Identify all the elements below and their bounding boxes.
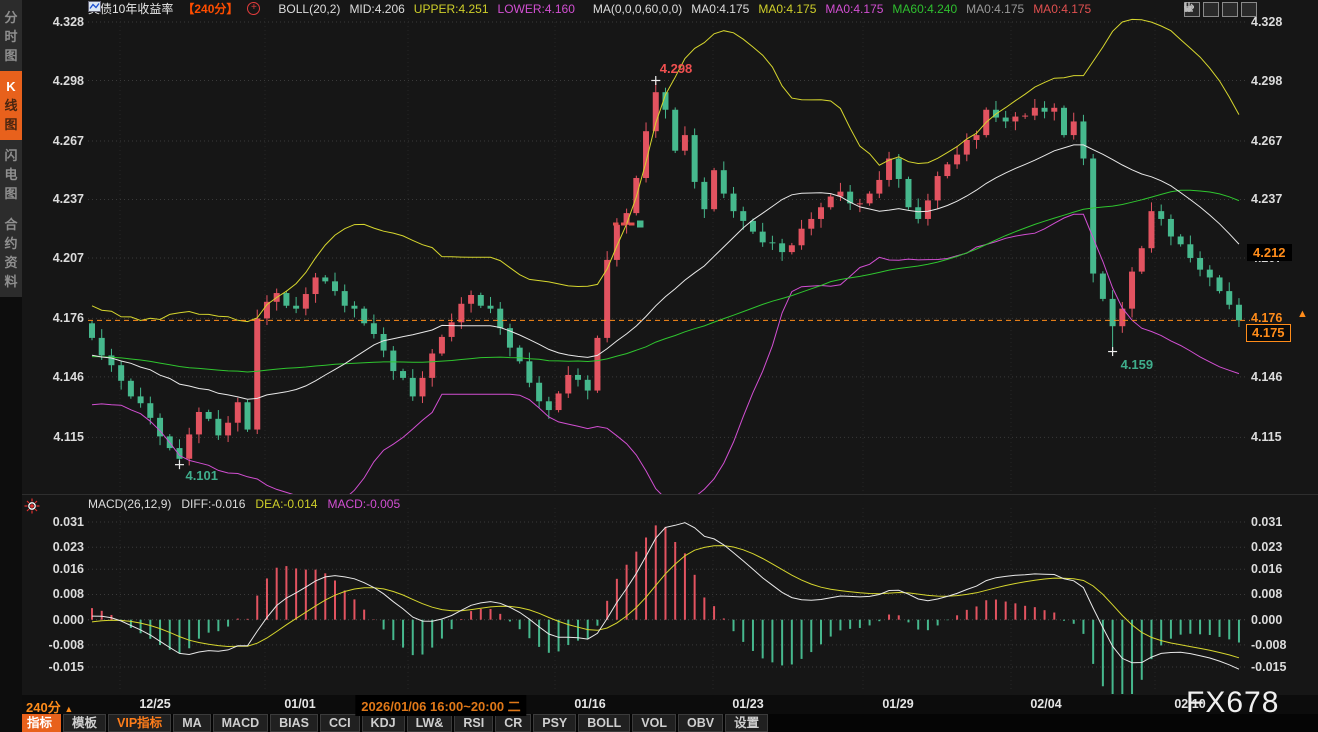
axis-label: 0.000 (30, 612, 84, 628)
period-badge: 【240分】 (182, 0, 238, 17)
axis-label: 4.267 (30, 133, 84, 149)
toolbar-button-15[interactable]: OBV (678, 714, 723, 732)
indicator-value: BOLL(20,2) (278, 2, 340, 16)
axis-label: 4.207 (30, 250, 84, 266)
axis-label: -0.015 (30, 659, 84, 675)
time-axis-label: 01/01 (284, 697, 315, 711)
indicator-value: MA(0,0,0,60,0,0) (593, 2, 682, 16)
time-axis-label: 01/16 (574, 697, 605, 711)
macd-hist-value: MACD:-0.005 (327, 497, 400, 511)
indicator-value: MA0:4.175 (825, 2, 883, 16)
last-price-badge: 4.175 (1246, 324, 1291, 342)
axis-label: 0.023 (30, 539, 84, 555)
indicator-value: UPPER:4.251 (414, 2, 489, 16)
macd-layer (92, 523, 1239, 706)
toolbar-button-1[interactable]: 指标 (18, 714, 61, 732)
axis-label: -0.015 (1251, 659, 1286, 675)
macd-name: MACD(26,12,9) (88, 497, 171, 511)
axis-label: 4.237 (30, 191, 84, 207)
axis-label: 4.176 (30, 310, 84, 326)
axis-label: 0.000 (1251, 612, 1282, 628)
time-axis-label: 01/29 (882, 697, 913, 711)
toolbar-button-7[interactable]: CCI (320, 714, 360, 732)
chart-tool-icons (1184, 2, 1257, 17)
indicator-value: MA0:4.175 (691, 2, 749, 16)
axis-label: 4.115 (1251, 429, 1282, 445)
watermark: FX678 (1186, 686, 1279, 720)
axis-label: 4.237 (1251, 191, 1282, 207)
axis-label: 0.008 (1251, 586, 1282, 602)
time-axis-row (22, 695, 1318, 714)
high-price-label: 4.298 (660, 61, 693, 76)
toolbar-button-12[interactable]: PSY (533, 714, 576, 732)
axis-label: 0.016 (30, 561, 84, 577)
axis-label: 0.031 (30, 514, 84, 530)
period-selector[interactable]: 240分 ▲ (26, 697, 73, 716)
toolbar-button-2[interactable]: 模板 (63, 714, 106, 732)
axis-label: 4.298 (1251, 73, 1282, 89)
macd-diff-value: DIFF:-0.016 (181, 497, 245, 511)
indicator-header: 美债10年收益率 【240分】 + BOLL(20,2)MID:4.206UPP… (88, 1, 1091, 16)
low-price-label: 4.101 (185, 468, 218, 483)
gridlines (88, 18, 1245, 692)
chevron-up-icon: ▲ (64, 704, 73, 714)
axis-label: 0.023 (1251, 539, 1282, 555)
chart-app: 分时图K线图闪电图合约资料 美债10年收益率 【240分】 + BOLL(20,… (0, 0, 1318, 732)
collapse-panel-icon[interactable] (1241, 2, 1257, 17)
toolbar-button-13[interactable]: BOLL (578, 714, 630, 732)
hovered-bar-time-badge: 2026/01/06 16:00~20:00 二 (355, 695, 526, 716)
toolbar-button-9[interactable]: LW& (407, 714, 453, 732)
time-axis-label: 12/25 (139, 697, 170, 711)
axis-scale-right-icon[interactable] (1222, 2, 1238, 17)
axis-scale-left-icon[interactable] (1203, 2, 1219, 17)
indicator-value: MA0:4.175 (758, 2, 816, 16)
sidebar-tabs: 分时图K线图闪电图合约资料 (0, 0, 22, 297)
macd-dea-value: DEA:-0.014 (255, 497, 317, 511)
axis-label: 0.008 (30, 586, 84, 602)
macd-header: MACD(26,12,9) DIFF:-0.016 DEA:-0.014 MAC… (88, 497, 400, 511)
toolbar-button-4[interactable]: MA (173, 714, 210, 732)
axis-label: 0.031 (1251, 514, 1282, 530)
axis-price-badge: 4.212 (1247, 244, 1292, 261)
period-selector-label: 240分 (26, 700, 61, 715)
sidebar: 分时图K线图闪电图合约资料 (0, 0, 22, 732)
toolbar-button-8[interactable]: KDJ (362, 714, 405, 732)
bottom-toolbar: 指标模板VIP指标MAMACDBIASCCIKDJLW&RSICRPSYBOLL… (0, 714, 1318, 732)
panel-divider (22, 494, 1318, 495)
time-axis-label: 01/23 (732, 697, 763, 711)
axis-label: 4.267 (1251, 133, 1282, 149)
sidebar-item-3[interactable]: 闪电图 (0, 140, 22, 209)
indicator-value: LOWER:4.160 (498, 2, 575, 16)
sidebar-item-1[interactable]: 分时图 (0, 2, 22, 71)
indicator-values: BOLL(20,2) MID:4.206 UPPER:4.251 LOWER:4.16… (269, 2, 1091, 16)
toolbar-button-14[interactable]: VOL (632, 714, 676, 732)
time-axis-label: 02/04 (1030, 697, 1061, 711)
low-price-label: 4.159 (1121, 357, 1154, 372)
axis-label: 4.146 (30, 369, 84, 385)
toolbar-button-11[interactable]: CR (495, 714, 531, 732)
sidebar-item-2[interactable]: K线图 (0, 71, 22, 140)
toolbar-button-16[interactable]: 设置 (725, 714, 768, 732)
indicator-value: MA0:4.175 (966, 2, 1024, 16)
indicator-value: MA60:4.240 (892, 2, 957, 16)
axis-label: 0.016 (1251, 561, 1282, 577)
candlestick-layer (89, 19, 1242, 505)
axis-label: 4.298 (30, 73, 84, 89)
indicator-value: MID:4.206 (349, 2, 404, 16)
price-up-arrow-icon: ▲ (1297, 308, 1308, 320)
toolbar-button-6[interactable]: BIAS (270, 714, 318, 732)
annotation-marker (637, 221, 644, 228)
toolbar-button-5[interactable]: MACD (213, 714, 269, 732)
axis-label: -0.008 (30, 637, 84, 653)
plus-circle-icon[interactable]: + (247, 2, 260, 15)
axis-label: -0.008 (1251, 637, 1286, 653)
axis-label: 4.115 (30, 429, 84, 445)
axis-label: 4.146 (1251, 369, 1282, 385)
toolbar-button-3[interactable]: VIP指标 (108, 714, 171, 732)
sidebar-item-4[interactable]: 合约资料 (0, 209, 22, 297)
indicator-value: MA0:4.175 (1033, 2, 1091, 16)
axis-label: 4.328 (30, 14, 84, 30)
toolbar-button-10[interactable]: RSI (454, 714, 493, 732)
